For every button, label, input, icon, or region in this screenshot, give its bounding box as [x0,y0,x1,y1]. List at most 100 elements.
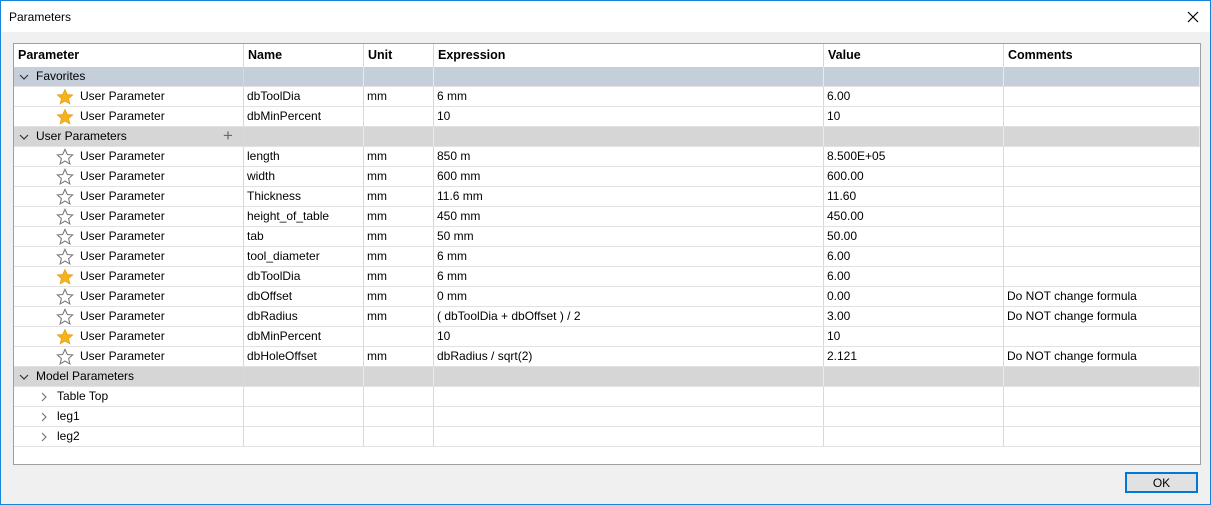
column-header-unit[interactable]: Unit [364,44,434,67]
parameter-row[interactable]: User Parameter height_of_table mm 450 mm 450… [14,207,1200,227]
star-filled-icon[interactable] [56,328,74,346]
parameter-row[interactable]: User Parameter dbToolDia mm 6 mm 6.00 [14,267,1200,287]
comments-cell[interactable]: Do NOT change formula [1004,307,1200,326]
name-cell[interactable]: height_of_table [244,207,364,226]
comments-cell[interactable] [1004,327,1200,346]
name-cell[interactable]: dbMinPercent [244,327,364,346]
parameter-row[interactable]: User Parameter dbHoleOffset mm dbRadius / s… [14,347,1200,367]
star-outline-icon[interactable] [56,188,74,206]
comments-cell[interactable] [1004,87,1200,106]
comments-cell[interactable] [1004,247,1200,266]
unit-cell[interactable]: mm [364,147,434,166]
star-outline-icon[interactable] [56,168,74,186]
name-cell[interactable]: dbOffset [244,287,364,306]
name-cell[interactable]: length [244,147,364,166]
star-filled-icon[interactable] [56,268,74,286]
star-outline-icon[interactable] [56,348,74,366]
expression-cell[interactable]: 11.6 mm [434,187,824,206]
chevron-down-icon[interactable] [18,71,30,83]
value-cell[interactable]: 10 [824,327,1004,346]
name-cell[interactable]: tab [244,227,364,246]
expression-cell[interactable]: 0 mm [434,287,824,306]
group-row-user[interactable]: User Parameters + [14,127,1200,147]
name-cell[interactable]: dbToolDia [244,87,364,106]
group-row-model[interactable]: Model Parameters [14,367,1200,387]
parameter-row[interactable]: User Parameter dbRadius mm( dbToolDia + db… [14,307,1200,327]
unit-cell[interactable] [364,327,434,346]
parameter-row[interactable]: User Parameter dbToolDia mm 6 mm 6.00 [14,87,1200,107]
parameter-row[interactable]: User Parameter Thickness mm 11.6 mm 11.60 [14,187,1200,207]
comments-cell[interactable] [1004,107,1200,126]
comments-cell[interactable]: Do NOT change formula [1004,287,1200,306]
value-cell[interactable]: 10 [824,107,1004,126]
add-parameter-icon[interactable]: + [223,127,233,144]
group-row-favorites[interactable]: Favorites [14,67,1200,87]
star-outline-icon[interactable] [56,228,74,246]
value-cell[interactable]: 450.00 [824,207,1004,226]
expression-cell[interactable]: 600 mm [434,167,824,186]
column-header-parameter[interactable]: Parameter [14,44,244,67]
value-cell[interactable]: 6.00 [824,247,1004,266]
expression-cell[interactable]: 10 [434,327,824,346]
column-header-comments[interactable]: Comments [1004,44,1200,67]
expression-cell[interactable]: 6 mm [434,267,824,286]
comments-cell[interactable] [1004,227,1200,246]
comments-cell[interactable]: Do NOT change formula [1004,347,1200,366]
name-cell[interactable]: Thickness [244,187,364,206]
chevron-right-icon[interactable] [38,391,50,403]
parameter-row[interactable]: User Parameter width mm 600 mm 600.00 [14,167,1200,187]
column-header-expression[interactable]: Expression [434,44,824,67]
parameter-row[interactable]: User Parameter tab mm 50 mm 50.00 [14,227,1200,247]
chevron-right-icon[interactable] [38,431,50,443]
value-cell[interactable]: 11.60 [824,187,1004,206]
close-button[interactable] [1176,1,1210,32]
chevron-down-icon[interactable] [18,131,30,143]
star-outline-icon[interactable] [56,208,74,226]
unit-cell[interactable]: mm [364,307,434,326]
name-cell[interactable]: dbToolDia [244,267,364,286]
expression-cell[interactable]: 6 mm [434,247,824,266]
parameter-row[interactable]: User Parameter dbMinPercent 10 10 [14,107,1200,127]
expression-cell[interactable]: 6 mm [434,87,824,106]
value-cell[interactable]: 8.500E+05 [824,147,1004,166]
model-row[interactable]: leg2 [14,427,1200,447]
expression-cell[interactable]: 50 mm [434,227,824,246]
star-outline-icon[interactable] [56,308,74,326]
unit-cell[interactable]: mm [364,347,434,366]
chevron-down-icon[interactable] [18,371,30,383]
expression-cell[interactable]: 10 [434,107,824,126]
column-header-name[interactable]: Name [244,44,364,67]
expression-cell[interactable]: dbRadius / sqrt(2) [434,347,824,366]
comments-cell[interactable] [1004,267,1200,286]
parameter-row[interactable]: User Parameter length mm 850 m 8.500E+05 [14,147,1200,167]
star-filled-icon[interactable] [56,108,74,126]
column-header-value[interactable]: Value [824,44,1004,67]
value-cell[interactable]: 6.00 [824,87,1004,106]
value-cell[interactable]: 600.00 [824,167,1004,186]
star-outline-icon[interactable] [56,248,74,266]
comments-cell[interactable] [1004,187,1200,206]
name-cell[interactable]: dbRadius [244,307,364,326]
name-cell[interactable]: dbMinPercent [244,107,364,126]
name-cell[interactable]: tool_diameter [244,247,364,266]
value-cell[interactable]: 3.00 [824,307,1004,326]
unit-cell[interactable] [364,107,434,126]
star-outline-icon[interactable] [56,288,74,306]
star-filled-icon[interactable] [56,88,74,106]
value-cell[interactable]: 50.00 [824,227,1004,246]
name-cell[interactable]: width [244,167,364,186]
unit-cell[interactable]: mm [364,287,434,306]
unit-cell[interactable]: mm [364,187,434,206]
unit-cell[interactable]: mm [364,247,434,266]
comments-cell[interactable] [1004,147,1200,166]
ok-button[interactable]: OK [1125,472,1198,493]
expression-cell[interactable]: ( dbToolDia + dbOffset ) / 2 [434,307,824,326]
unit-cell[interactable]: mm [364,207,434,226]
unit-cell[interactable]: mm [364,227,434,246]
value-cell[interactable]: 6.00 [824,267,1004,286]
model-row[interactable]: leg1 [14,407,1200,427]
parameter-row[interactable]: User Parameter dbMinPercent 10 10 [14,327,1200,347]
name-cell[interactable]: dbHoleOffset [244,347,364,366]
comments-cell[interactable] [1004,207,1200,226]
chevron-right-icon[interactable] [38,411,50,423]
